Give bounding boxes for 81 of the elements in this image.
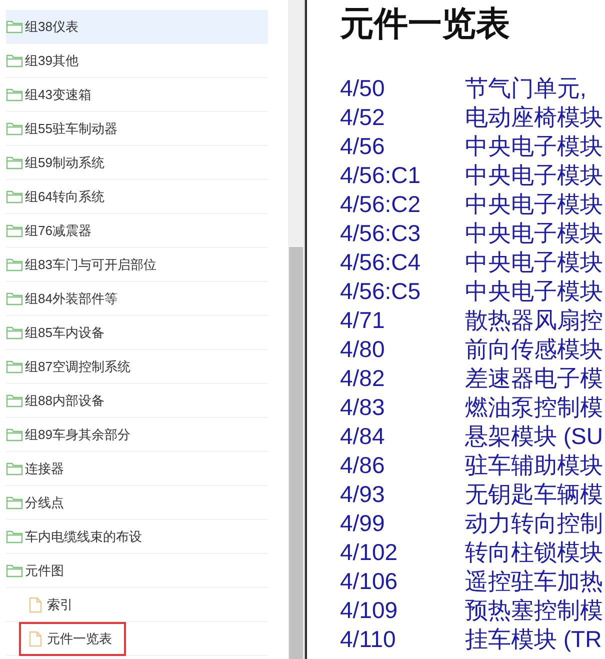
folder-icon [6,258,23,272]
component-code-link[interactable]: 4/109 [340,596,465,625]
component-code-link[interactable]: 4/80 [340,335,465,364]
component-code-link[interactable]: 4/56:C2 [340,190,465,219]
component-name-link[interactable]: 节气门单元, [465,74,605,103]
tree-item[interactable]: 组64转向系统 [6,180,268,214]
folder-icon [6,292,23,306]
component-code-link[interactable]: 4/86 [340,451,465,480]
component-code-link[interactable]: 4/82 [340,364,465,393]
folder-icon [6,190,23,204]
folder-icon [6,496,23,510]
folder-icon [6,122,23,136]
tree-item[interactable]: 连接器 [6,452,268,486]
folder-icon [6,20,23,34]
component-code-link[interactable]: 4/56 [340,132,465,161]
component-name-link[interactable]: 转向柱锁模块 [465,538,605,567]
tree-item[interactable]: 组89车身其余部分 [6,418,268,452]
component-name-link[interactable]: 遥控驻车加热 [465,567,605,596]
tree-item[interactable]: 组39其他 [6,44,268,78]
tree-item[interactable]: 组38仪表 [6,10,268,44]
component-code-link[interactable]: 4/84 [340,422,465,451]
component-code-link[interactable]: 4/83 [340,393,465,422]
component-code-link[interactable]: 4/71 [340,306,465,335]
folder-icon [6,360,23,374]
component-code-link[interactable]: 4/52 [340,103,465,132]
component-name-link[interactable]: 挂车模块 (TR [465,625,605,654]
tree-item[interactable]: 组87空调控制系统 [6,350,268,384]
tree-item[interactable]: 组88内部设备 [6,384,268,418]
page-title: 元件一览表 [340,4,511,45]
component-name-link[interactable]: 中央电子模块 [465,161,605,190]
folder-icon [6,428,23,442]
component-code-link[interactable]: 4/93 [340,480,465,509]
folder-icon [6,394,23,408]
component-name-link[interactable]: 中央电子模块 [465,248,605,277]
component-code-link[interactable]: 4/99 [340,509,465,538]
folder-icon [6,224,23,238]
folder-icon [6,156,23,170]
component-name-link[interactable]: 预热塞控制模 [465,596,605,625]
component-name-link[interactable]: 中央电子模块 [465,132,605,161]
component-code-link[interactable]: 4/56:C4 [340,248,465,277]
component-name-link[interactable]: 电动座椅模块 [465,103,605,132]
tree-item[interactable]: 组76减震器 [6,214,268,248]
tree-item[interactable]: 组85车内设备 [6,316,268,350]
component-name-link[interactable]: 中央电子模块 [465,190,605,219]
tree-item[interactable]: 车内电缆线束的布设 [6,520,268,554]
tree-item[interactable]: 分线点 [6,486,268,520]
component-name-link[interactable]: 动力转向控制 [465,509,605,538]
scrollbar-thumb[interactable] [289,247,303,659]
component-code-link[interactable]: 4/56:C5 [340,277,465,306]
component-code-link[interactable]: 4/106 [340,567,465,596]
component-name-link[interactable]: 中央电子模块 [465,219,605,248]
tree-item[interactable]: 元件图 [6,554,268,588]
component-code-link[interactable]: 4/102 [340,538,465,567]
tree-item[interactable]: 元件一览表 [6,622,268,656]
folder-icon [6,462,23,476]
tree-item[interactable]: 组83车门与可开启部位 [6,248,268,282]
component-name-link[interactable]: 中央电子模块 [465,277,605,306]
component-name-link[interactable]: 悬架模块 (SU [465,422,605,451]
component-name-link[interactable]: 燃油泵控制模 [465,393,605,422]
scrollbar-track[interactable] [288,0,304,659]
tree-item[interactable]: 组55驻车制动器 [6,112,268,146]
folder-icon [6,88,23,102]
folder-icon [6,54,23,68]
tree-item[interactable]: 组43变速箱 [6,78,268,112]
tree-item[interactable]: 索引 [6,588,268,622]
component-name-link[interactable]: 前向传感模块 [465,335,605,364]
folder-icon [6,530,23,544]
component-name-link[interactable]: 散热器风扇控 [465,306,605,335]
document-icon [29,596,42,612]
folder-icon [6,564,23,578]
component-code-link[interactable]: 4/50 [340,74,465,103]
component-name-link[interactable]: 差速器电子模 [465,364,605,393]
component-code-link[interactable]: 4/110 [340,625,465,654]
component-name-link[interactable]: 驻车辅助模块 [465,451,605,480]
component-code-link[interactable]: 4/56:C1 [340,161,465,190]
component-code-link[interactable]: 4/56:C3 [340,219,465,248]
tree-item[interactable]: 组84外装部件等 [6,282,268,316]
folder-icon [6,326,23,340]
document-icon [29,630,42,646]
tree-item[interactable]: 组59制动系统 [6,146,268,180]
component-name-link[interactable]: 无钥匙车辆模 [465,480,605,509]
